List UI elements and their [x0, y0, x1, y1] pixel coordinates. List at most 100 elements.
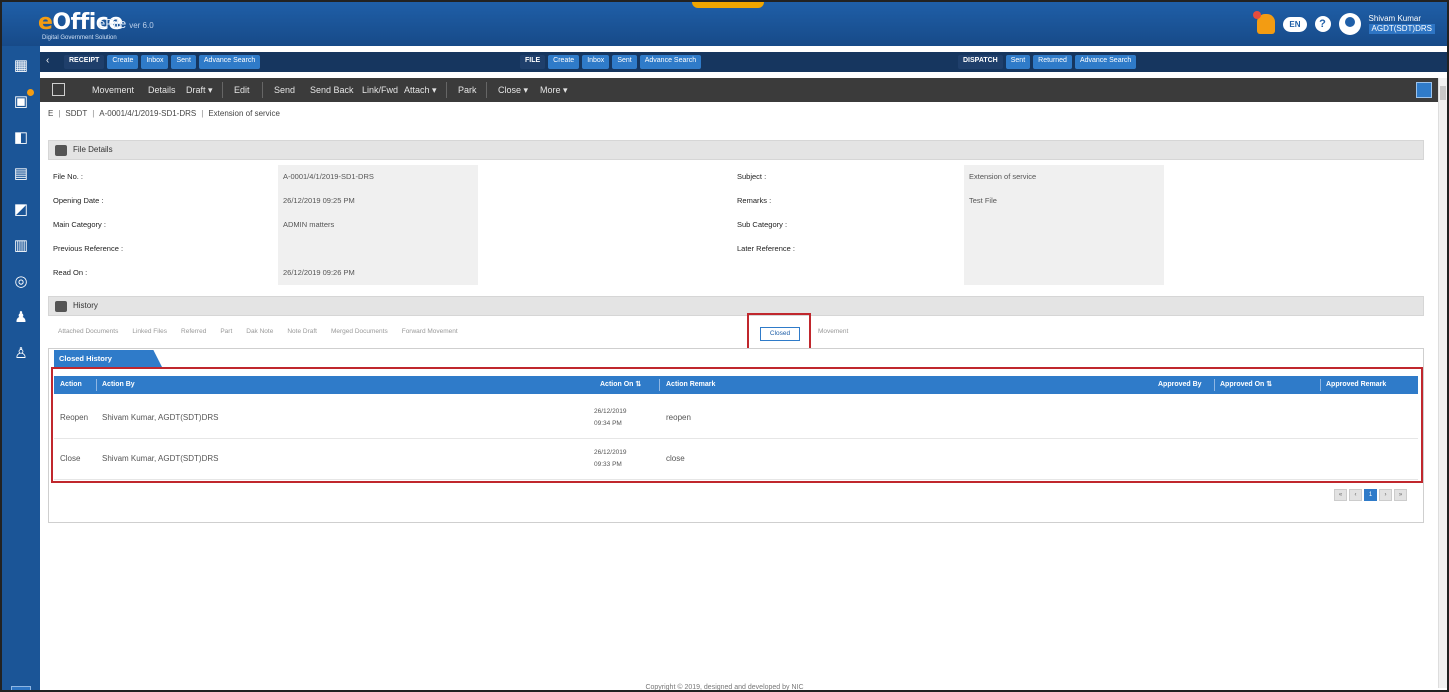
main-category-value: ADMIN matters — [283, 220, 335, 229]
chevron-left-icon[interactable]: ‹ — [46, 55, 49, 66]
toolbar-draft[interactable]: Draft ▾ — [180, 78, 219, 102]
previous-reference-label: Previous Reference : — [53, 244, 124, 253]
receipt-module: RECEIPT Create Inbox Sent Advance Search — [64, 55, 261, 69]
toolbar-movement[interactable]: Movement — [86, 78, 140, 102]
file-no-label: File No. : — [53, 172, 84, 181]
breadcrumb-home[interactable]: E — [48, 109, 53, 118]
toolbar-view-icon[interactable] — [52, 83, 65, 96]
file-details-title: File Details — [73, 145, 113, 154]
tab-dak-note[interactable]: Dak Note — [246, 328, 273, 342]
tab-linked-files[interactable]: Linked Files — [132, 328, 167, 342]
file-sent[interactable]: Sent — [612, 55, 637, 69]
save-icon[interactable] — [1416, 82, 1432, 98]
toolbar-edit[interactable]: Edit — [228, 78, 256, 102]
dispatch-title[interactable]: DISPATCH — [958, 55, 1003, 69]
language-pill[interactable]: EN — [1283, 16, 1307, 32]
subject-value: Extension of service — [969, 172, 1037, 181]
file-details-grid: File No. : Opening Date : Main Category … — [48, 165, 1424, 285]
pager-prev[interactable]: ‹ — [1349, 489, 1362, 501]
file-details-header[interactable]: File Details — [48, 140, 1424, 160]
file-inbox[interactable]: Inbox — [582, 55, 610, 69]
breadcrumb-file-no[interactable]: A-0001/4/1/2019-SD1-DRS — [99, 109, 196, 118]
file-no-value: A-0001/4/1/2019-SD1-DRS — [283, 172, 374, 181]
user-group-icon[interactable]: ♟ — [11, 308, 31, 328]
settings-icon[interactable]: ◎ — [11, 272, 31, 292]
pager-page-1[interactable]: 1 — [1364, 489, 1377, 501]
logo-letter: e — [38, 10, 53, 35]
closed-history-title: Closed History — [54, 350, 162, 367]
dispatch-advance-search[interactable]: Advance Search — [1074, 55, 1137, 69]
receipt-create[interactable]: Create — [107, 55, 139, 69]
dispatch-returned[interactable]: Returned — [1033, 55, 1072, 69]
toolbar-close[interactable]: Close ▾ — [492, 78, 534, 102]
action-toolbar: Movement Details Draft ▾ Edit Send Send … — [40, 78, 1438, 102]
pager-first[interactable]: « — [1334, 489, 1347, 501]
user-name: Shivam Kumar — [1368, 14, 1422, 23]
module-strip: ‹ RECEIPT Create Inbox Sent Advance Sear… — [40, 52, 1447, 72]
pager-last[interactable]: » — [1394, 489, 1407, 501]
user-avatar[interactable] — [1338, 13, 1361, 35]
toolbar-park[interactable]: Park — [452, 78, 483, 102]
previous-reference-value — [278, 237, 478, 261]
breadcrumb: E | SDDT | A-0001/4/1/2019-SD1-DRS | Extens… — [48, 108, 280, 118]
scrollbar-thumb[interactable] — [1440, 86, 1446, 100]
people-icon[interactable]: ♙ — [11, 344, 31, 364]
toolbar-details[interactable]: Details — [142, 78, 182, 102]
file-create[interactable]: Create — [548, 55, 580, 69]
receipt-advance-search[interactable]: Advance Search — [198, 55, 261, 69]
menu-grid-icon[interactable]: ▦ — [11, 56, 31, 76]
history-header[interactable]: History — [48, 296, 1424, 316]
receipt-sent[interactable]: Sent — [171, 55, 196, 69]
remarks-label: Remarks : — [737, 196, 772, 205]
header-right: EN ? Shivam Kumar AGDT(SDT)DRS — [1253, 8, 1435, 40]
remarks-value: Test File — [969, 196, 997, 205]
user-info[interactable]: Shivam Kumar AGDT(SDT)DRS — [1368, 14, 1435, 34]
left-value-column: A-0001/4/1/2019-SD1-DRS 26/12/2019 09:25… — [278, 165, 478, 285]
toolbar-link-fwd[interactable]: Link/Fwd — [356, 78, 404, 102]
app-frame: eOffice Digital Government Solution eFil… — [0, 0, 1449, 692]
history-icon — [55, 301, 67, 312]
receipt-inbox[interactable]: Inbox — [141, 55, 169, 69]
toolbar-send[interactable]: Send — [268, 78, 301, 102]
help-icon[interactable]: ? — [1314, 16, 1331, 32]
closed-tab-highlight — [747, 313, 811, 350]
main-category-label: Main Category : — [53, 220, 106, 229]
dispatch-sent[interactable]: Sent — [1005, 55, 1031, 69]
tab-attached-documents[interactable]: Attached Documents — [58, 328, 118, 342]
file-title[interactable]: FILE — [520, 55, 546, 69]
receipt-title[interactable]: RECEIPT — [64, 55, 105, 69]
efile-module-icon[interactable]: ▣ — [11, 89, 34, 112]
vertical-scrollbar[interactable] — [1438, 78, 1447, 688]
read-on-value: 26/12/2019 09:26 PM — [283, 268, 355, 277]
pager-next[interactable]: › — [1379, 489, 1392, 501]
toolbar-attach[interactable]: Attach ▾ — [398, 78, 443, 102]
later-reference-label: Later Reference : — [737, 244, 795, 253]
toolbar-more[interactable]: More ▾ — [534, 78, 574, 102]
breadcrumb-dept[interactable]: SDDT — [65, 109, 87, 118]
left-label-column: File No. : Opening Date : Main Category … — [48, 165, 276, 285]
tab-note-draft[interactable]: Note Draft — [287, 328, 317, 342]
tab-part[interactable]: Part — [220, 328, 232, 342]
dashboard-icon[interactable]: ▤ — [11, 164, 31, 184]
later-reference-value — [964, 237, 1164, 261]
top-handle-tab[interactable] — [692, 2, 764, 8]
file-module: FILE Create Inbox Sent Advance Search — [520, 55, 702, 69]
subject-label: Subject : — [737, 172, 767, 181]
opening-date-label: Opening Date : — [53, 196, 104, 205]
left-sidebar: ▦ ▣ ◧ ▤ ◩ ▥ ◎ ♟ ♙ — [2, 46, 40, 690]
tab-movement[interactable]: Movement — [818, 328, 848, 335]
file-advance-search[interactable]: Advance Search — [639, 55, 702, 69]
collaboration-icon[interactable]: ◩ — [11, 200, 31, 220]
tab-referred[interactable]: Referred — [181, 328, 206, 342]
history-title: History — [73, 301, 98, 310]
app-name-text: eFile — [98, 16, 127, 31]
tab-forward-movement[interactable]: Forward Movement — [402, 328, 458, 342]
outlook-icon[interactable]: ◧ — [11, 128, 31, 148]
notification-bell-icon[interactable] — [1253, 11, 1276, 34]
document-icon[interactable]: ▥ — [11, 236, 31, 256]
tab-merged-documents[interactable]: Merged Documents — [331, 328, 388, 342]
read-on-label: Read On : — [53, 268, 88, 277]
breadcrumb-subject: Extension of service — [208, 108, 280, 118]
app-version: ver 6.0 — [129, 21, 154, 30]
toolbar-send-back[interactable]: Send Back — [304, 78, 360, 102]
